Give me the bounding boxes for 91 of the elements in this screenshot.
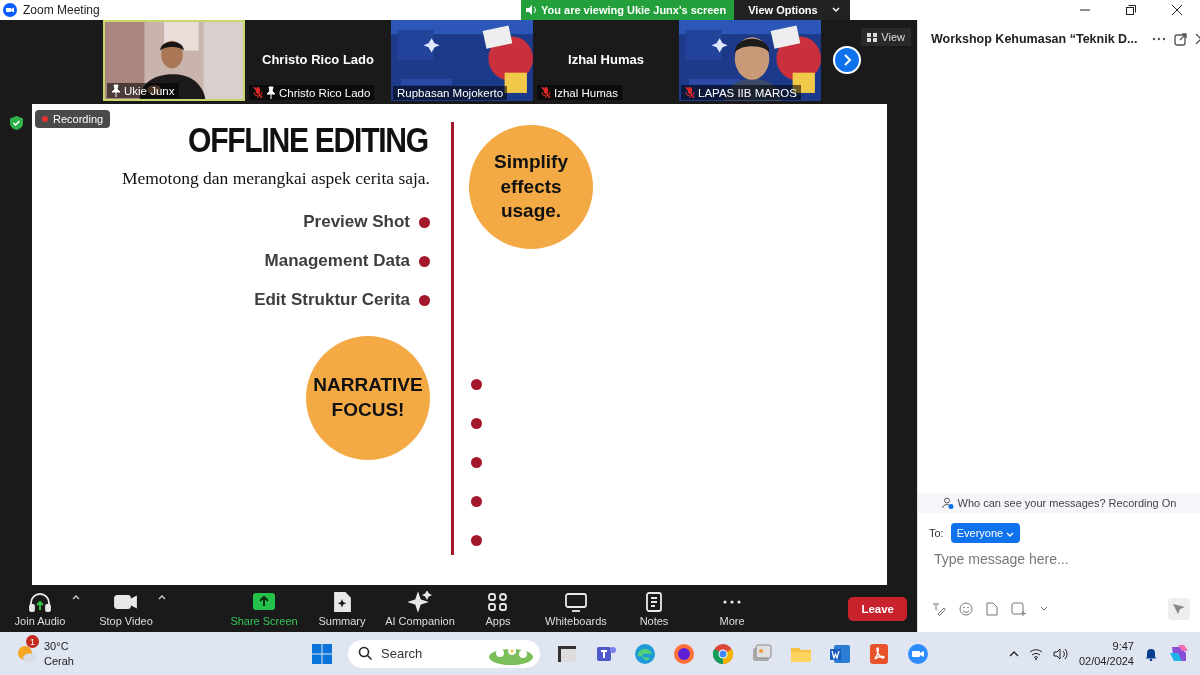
speaker-icon[interactable] [1052,647,1069,660]
emoji-icon[interactable] [959,602,973,616]
chevron-down-icon [831,7,840,13]
participant-label: Ukie Junx [124,84,175,97]
toolbar-button[interactable]: Summary [310,590,374,627]
sharing-status-text: You are viewing Ukie Junx's screen [541,4,727,16]
format-icon[interactable] [932,602,946,616]
participant-tile[interactable]: Ukie Junx [103,20,245,101]
temperature: 30°C [44,639,70,654]
leave-button[interactable]: Leave [848,596,907,621]
participant-label: Christo Rico Lado [279,86,371,99]
toolbar-button[interactable]: More [700,590,764,627]
window-title: Zoom Meeting [23,3,100,17]
recipient-dropdown[interactable]: Everyone [950,523,1021,543]
weather-condition: Cerah [44,653,74,668]
participant-tile[interactable]: Rupbasan Mojokerto [391,20,533,101]
person-icon [941,497,954,509]
participant-name: Izhal Humas [567,52,645,67]
pin-icon [111,84,121,97]
pin-icon [266,86,276,99]
acrobat-icon[interactable] [867,641,891,666]
chevron-down-icon [1006,532,1015,537]
view-button[interactable]: View [861,28,911,46]
chevron-down-icon[interactable] [1040,606,1048,612]
participant-tile[interactable]: LAPAS IIB MAROS [679,20,821,101]
grid-icon [867,32,878,42]
bullet-point: Preview Shot [303,212,410,232]
slide-subtitle: Memotong dan merangkai aspek cerita saja. [121,168,430,189]
bullet-dot [419,255,430,267]
muted-microphone-icon [253,86,263,99]
file-icon[interactable] [986,602,998,616]
participant-tile[interactable]: Christo Rico Lado Christo Rico Lado [247,20,389,101]
toolbar-button[interactable]: Stop Video [94,590,158,627]
screenshot-icon[interactable] [1011,602,1027,616]
wifi-icon[interactable] [1028,647,1043,660]
next-page-button[interactable] [833,46,861,74]
whiteboard-icon [564,590,588,613]
bullet-dot [471,418,482,429]
zoom-icon[interactable] [906,641,930,666]
share-screen-icon [252,590,276,613]
bullet-dot [471,379,482,390]
clock-date: 02/04/2024 [1078,653,1134,669]
participant-label: Rupbasan Mojokerto [397,87,504,99]
chevron-up-icon[interactable] [1008,649,1019,658]
more-icon[interactable] [1151,37,1166,41]
chat-title: Workshop Kehumasan “Teknik D... [931,32,1138,46]
bullet-dot [419,294,430,306]
chrome-icon[interactable] [711,641,735,666]
to-label: To: [929,527,944,539]
caret-icon[interactable] [72,594,80,600]
participant-label: Izhal Humas [554,86,618,99]
bell-icon[interactable] [1144,646,1158,661]
toolbar-button[interactable]: Notes [622,590,686,627]
send-button[interactable] [1168,598,1190,620]
start-icon[interactable] [311,642,333,665]
bullet-dot [471,457,482,468]
bullet-point: Management Data [264,251,410,271]
participant-tile[interactable]: Izhal Humas Izhal Humas [535,20,677,101]
zoom-logo-icon [3,3,17,17]
participant-name: Christo Rico Lado [261,52,375,67]
slide-title: OFFLINE EDITING [188,120,428,160]
chevron-right-icon [842,54,852,66]
participant-label: LAPAS IIB MAROS [698,86,797,99]
firefox-icon[interactable] [672,641,696,666]
caret-icon[interactable] [158,594,166,600]
sparkle-icon [408,590,432,613]
headphones-icon [28,590,52,613]
pop-out-icon[interactable] [1173,32,1187,46]
highlight-circle: Simplify effects usage. [469,125,593,249]
toolbar-button[interactable]: Whiteboards [544,590,608,627]
toolbar-button[interactable]: Share Screen [232,590,296,627]
muted-microphone-icon [541,86,551,99]
apps-icon [486,590,510,613]
view-options-button[interactable]: View Options [734,0,850,20]
bullet-point: Edit Struktur Cerita [254,290,410,310]
bullet-dot [471,496,482,507]
muted-microphone-icon [685,86,695,99]
bullet-dot [419,216,430,228]
clock-time: 9:47 [1112,638,1134,654]
shield-icon[interactable] [9,116,23,130]
search-icon [358,646,373,661]
search-field[interactable]: Search [348,639,540,668]
recording-badge[interactable]: Recording [35,110,111,128]
highlight-circle: NARRATIVE FOCUS! [306,336,430,460]
notification-badge: 1 [26,635,39,649]
send-icon [1173,603,1185,615]
more-icon [723,599,741,604]
speaker-icon [525,4,537,16]
toolbar-button[interactable]: Apps [466,590,530,627]
toolbar-button[interactable]: Join Audio [8,590,72,627]
bullet-dot [471,535,482,546]
